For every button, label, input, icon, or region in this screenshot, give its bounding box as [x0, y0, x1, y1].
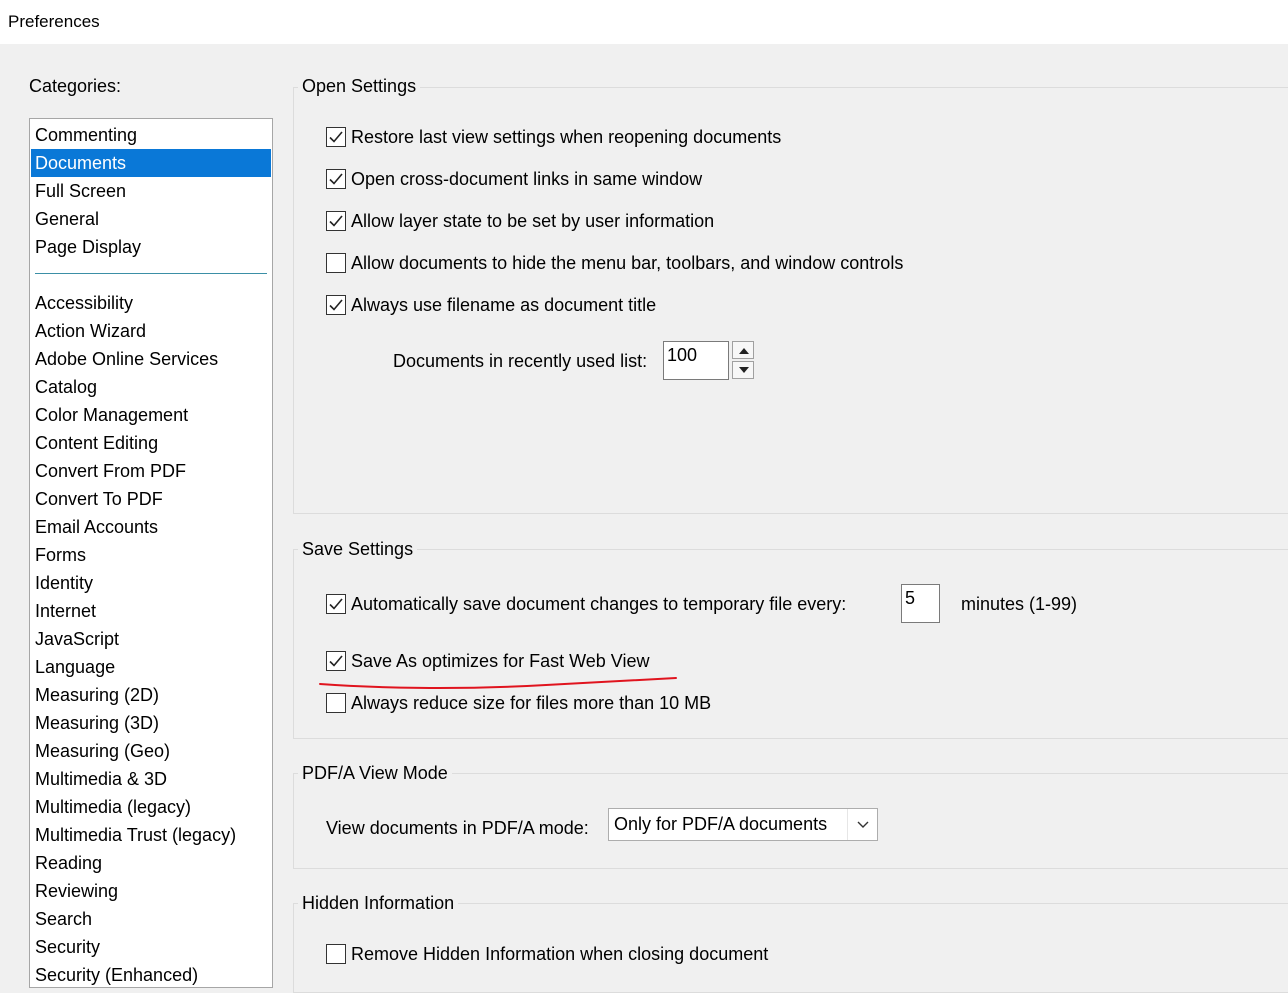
restore-view-checkbox[interactable]: [326, 127, 346, 147]
category-convert-from-pdf[interactable]: Convert From PDF: [31, 457, 271, 485]
reduce-size-row[interactable]: Always reduce size for files more than 1…: [326, 691, 711, 715]
red-underline-annotation: [319, 677, 677, 689]
layer-state-checkbox[interactable]: [326, 211, 346, 231]
category-page-display[interactable]: Page Display: [31, 233, 271, 261]
chevron-down-icon: [857, 821, 869, 828]
check-icon: [329, 173, 343, 185]
category-content-editing[interactable]: Content Editing: [31, 429, 271, 457]
title-bar: Preferences: [0, 0, 1288, 44]
category-adobe-online-services[interactable]: Adobe Online Services: [31, 345, 271, 373]
fast-web-view-label: Save As optimizes for Fast Web View: [351, 650, 650, 671]
pdfa-mode-label: View documents in PDF/A mode:: [326, 818, 589, 838]
autosave-unit-label: minutes (1-99): [961, 594, 1078, 614]
check-icon: [329, 655, 343, 667]
check-icon: [329, 131, 343, 143]
autosave-label: Automatically save document changes to t…: [351, 593, 847, 614]
category-reading[interactable]: Reading: [31, 849, 271, 877]
hide-menu-row[interactable]: Allow documents to hide the menu bar, to…: [326, 251, 903, 275]
restore-view-label: Restore last view settings when reopenin…: [351, 126, 782, 147]
category-color-management[interactable]: Color Management: [31, 401, 271, 429]
category-email-accounts[interactable]: Email Accounts: [31, 513, 271, 541]
layer-state-row[interactable]: Allow layer state to be set by user info…: [326, 209, 714, 233]
cross-doc-links-row[interactable]: Open cross-document links in same window: [326, 167, 702, 191]
category-security[interactable]: Security: [31, 933, 271, 961]
category-search[interactable]: Search: [31, 905, 271, 933]
check-icon: [329, 215, 343, 227]
categories-label: Categories:: [29, 76, 122, 96]
category-multimedia-legacy[interactable]: Multimedia (legacy): [31, 793, 271, 821]
restore-view-row[interactable]: Restore last view settings when reopenin…: [326, 125, 781, 149]
arrow-up-icon: [739, 348, 749, 354]
dropdown-chevron[interactable]: [847, 809, 877, 840]
reduce-size-label: Always reduce size for files more than 1…: [351, 692, 712, 713]
category-multimedia-3d[interactable]: Multimedia & 3D: [31, 765, 271, 793]
category-catalog[interactable]: Catalog: [31, 373, 271, 401]
window-title: Preferences: [8, 12, 100, 31]
recent-list-input[interactable]: 100: [663, 341, 729, 380]
pdfa-mode-value: Only for PDF/A documents: [614, 814, 828, 834]
fast-web-view-checkbox[interactable]: [326, 651, 346, 671]
category-separator: [35, 273, 267, 274]
layer-state-label: Allow layer state to be set by user info…: [351, 210, 715, 231]
remove-hidden-label: Remove Hidden Information when closing d…: [351, 943, 769, 964]
hide-menu-checkbox[interactable]: [326, 253, 346, 273]
filename-title-checkbox[interactable]: [326, 295, 346, 315]
reduce-size-checkbox[interactable]: [326, 693, 346, 713]
category-forms[interactable]: Forms: [31, 541, 271, 569]
category-commenting[interactable]: Commenting: [31, 121, 271, 149]
remove-hidden-checkbox[interactable]: [326, 944, 346, 964]
recent-list-label: Documents in recently used list:: [393, 351, 648, 371]
category-measuring-2d[interactable]: Measuring (2D): [31, 681, 271, 709]
category-reviewing[interactable]: Reviewing: [31, 877, 271, 905]
spin-up-button[interactable]: [732, 341, 754, 359]
category-language[interactable]: Language: [31, 653, 271, 681]
pdfa-title: PDF/A View Mode: [298, 763, 452, 784]
category-multimedia-trust-legacy[interactable]: Multimedia Trust (legacy): [31, 821, 271, 849]
category-javascript[interactable]: JavaScript: [31, 625, 271, 653]
save-settings-title: Save Settings: [298, 539, 418, 560]
category-measuring-3d[interactable]: Measuring (3D): [31, 709, 271, 737]
category-measuring-geo[interactable]: Measuring (Geo): [31, 737, 271, 765]
hide-menu-label: Allow documents to hide the menu bar, to…: [351, 252, 904, 273]
category-identity[interactable]: Identity: [31, 569, 271, 597]
fast-web-view-row[interactable]: Save As optimizes for Fast Web View: [326, 649, 649, 673]
spin-down-button[interactable]: [732, 361, 754, 379]
filename-title-label: Always use filename as document title: [351, 294, 657, 315]
autosave-minutes-input[interactable]: 5: [901, 584, 940, 623]
category-internet[interactable]: Internet: [31, 597, 271, 625]
hidden-info-title: Hidden Information: [298, 893, 459, 914]
remove-hidden-row[interactable]: Remove Hidden Information when closing d…: [326, 942, 768, 966]
cross-doc-links-label: Open cross-document links in same window: [351, 168, 703, 189]
arrow-down-icon: [739, 367, 749, 373]
filename-title-row[interactable]: Always use filename as document title: [326, 293, 656, 317]
cross-doc-links-checkbox[interactable]: [326, 169, 346, 189]
check-icon: [329, 299, 343, 311]
categories-list[interactable]: Commenting Documents Full Screen General…: [29, 118, 273, 988]
category-documents[interactable]: Documents: [31, 149, 271, 177]
category-action-wizard[interactable]: Action Wizard: [31, 317, 271, 345]
category-accessibility[interactable]: Accessibility: [31, 289, 271, 317]
check-icon: [329, 598, 343, 610]
category-full-screen[interactable]: Full Screen: [31, 177, 271, 205]
autosave-row[interactable]: Automatically save document changes to t…: [326, 592, 846, 616]
pdfa-mode-dropdown[interactable]: Only for PDF/A documents: [608, 808, 878, 841]
open-settings-title: Open Settings: [298, 76, 421, 97]
autosave-checkbox[interactable]: [326, 594, 346, 614]
category-convert-to-pdf[interactable]: Convert To PDF: [31, 485, 271, 513]
category-general[interactable]: General: [31, 205, 271, 233]
